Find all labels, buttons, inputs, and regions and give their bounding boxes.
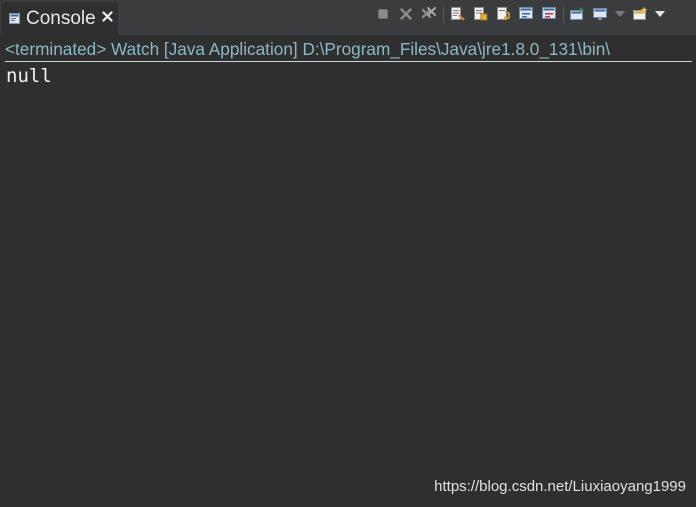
pin-icon — [570, 7, 584, 20]
chevron-down-icon — [655, 11, 665, 17]
watermark: https://blog.csdn.net/Liuxiaoyang1999 — [434, 478, 686, 495]
pin-console-button[interactable] — [568, 5, 586, 23]
close-icon[interactable] — [102, 11, 113, 22]
remove-all-icon — [421, 7, 436, 19]
show-on-stdout-button[interactable] — [517, 5, 535, 23]
new-console-icon — [633, 6, 648, 20]
toolbar-separator — [563, 5, 564, 23]
status-divider — [5, 61, 692, 62]
monitor-icon — [593, 8, 607, 20]
show-on-stderr-button[interactable] — [540, 5, 558, 23]
process-status-line: <terminated> Watch [Java Application] D:… — [5, 39, 611, 59]
stop-icon — [378, 9, 388, 19]
tab-label: Console — [26, 8, 96, 29]
remove-icon — [400, 8, 412, 20]
terminate-button[interactable] — [374, 5, 392, 23]
view-tab-bar: Console — [0, 0, 696, 35]
chevron-down-icon — [615, 11, 625, 17]
open-console-dropdown[interactable] — [654, 5, 666, 23]
tab-console[interactable]: Console — [1, 2, 118, 35]
console-output-text: null — [6, 65, 52, 87]
word-wrap-button[interactable] — [494, 5, 512, 23]
clear-console-button[interactable] — [448, 5, 466, 23]
console-toolbar — [374, 5, 671, 23]
display-console-button[interactable] — [591, 5, 609, 23]
clear-console-icon — [451, 7, 465, 21]
remove-launch-button[interactable] — [397, 5, 415, 23]
scroll-lock-button[interactable] — [471, 5, 489, 23]
remove-all-terminated-button[interactable] — [420, 5, 438, 23]
toolbar-separator — [443, 5, 444, 23]
stderr-icon — [542, 7, 556, 19]
console-view: Console <terminated> Watch [Java Applica… — [0, 0, 696, 507]
word-wrap-icon — [497, 7, 510, 21]
display-console-dropdown[interactable] — [614, 5, 626, 23]
scroll-lock-icon — [474, 7, 488, 21]
console-icon — [9, 13, 20, 24]
open-console-button[interactable] — [631, 5, 649, 23]
console-output-area[interactable]: <terminated> Watch [Java Application] D:… — [0, 35, 696, 507]
stdout-icon — [519, 7, 533, 19]
